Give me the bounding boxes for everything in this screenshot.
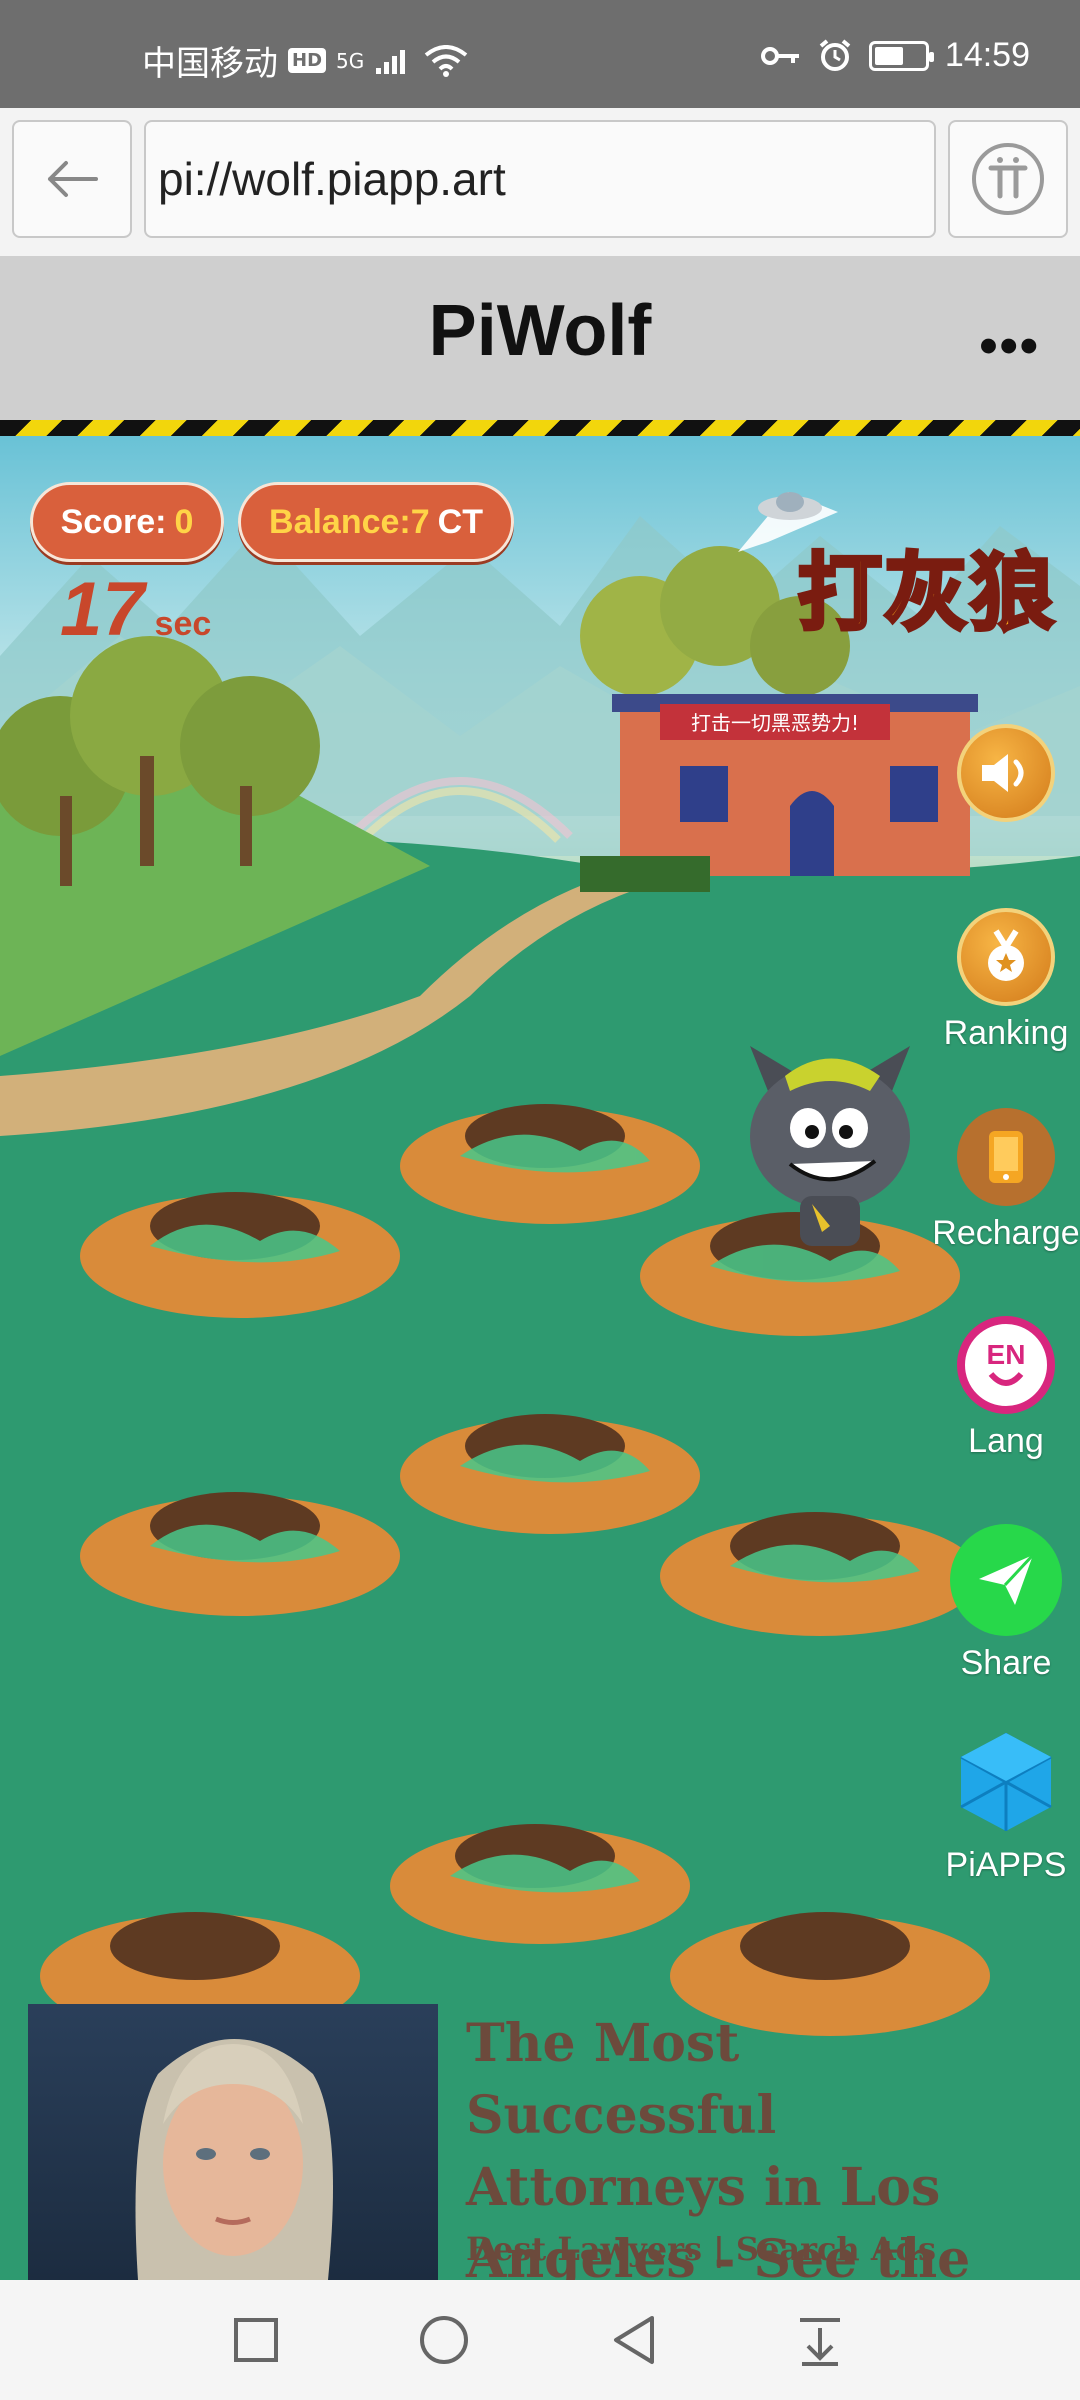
recharge-button[interactable]: Recharge: [906, 1108, 1080, 1253]
share-button[interactable]: Share: [906, 1524, 1080, 1683]
house-banner-text: 打击一切黑恶势力!: [691, 711, 859, 735]
carrier-name: 中国移动: [142, 44, 278, 84]
circle-icon: [420, 2316, 468, 2364]
arrow-down-bar-icon: [800, 2318, 840, 2366]
pi-logo-icon: [972, 143, 1044, 215]
url-text: pi://wolf.piapp.art: [158, 153, 506, 205]
phone-icon: [989, 1131, 1023, 1183]
countdown-timer: 17 sec: [60, 566, 211, 653]
more-menu-button[interactable]: •••: [979, 316, 1040, 376]
piapps-button[interactable]: PiAPPS: [906, 1726, 1080, 1885]
ad-banner[interactable]: The Most Successful Attorneys in Los Ang…: [0, 2004, 1080, 2280]
pi-browser-button[interactable]: [948, 120, 1068, 238]
portrait-image: [135, 2039, 333, 2280]
game-logo: 打灰狼: [728, 482, 1058, 644]
timer-value: 17: [60, 567, 145, 652]
svg-text:EN: EN: [987, 1339, 1026, 1370]
notification-pull-button[interactable]: [790, 2310, 850, 2370]
key-icon: [760, 46, 799, 65]
ad-image: [28, 2004, 438, 2280]
browser-bar: pi://wolf.piapp.art: [0, 108, 1080, 256]
game-logo-text: 打灰狼: [796, 542, 1057, 644]
balance-label: Balance:7: [269, 502, 430, 541]
recharge-label: Recharge: [932, 1214, 1080, 1252]
recents-button[interactable]: [226, 2310, 286, 2370]
balance-unit: CT: [437, 502, 483, 541]
score-display: Score: 0: [30, 482, 224, 562]
network-type: 5G: [336, 48, 365, 73]
home-button[interactable]: [414, 2310, 474, 2370]
sound-icon: [982, 754, 1024, 792]
system-navigation-bar: [0, 2280, 1080, 2400]
language-label: Lang: [968, 1422, 1044, 1460]
ranking-label: Ranking: [943, 1014, 1069, 1052]
back-nav-button[interactable]: [604, 2310, 664, 2370]
url-field[interactable]: pi://wolf.piapp.art: [144, 120, 936, 238]
ad-source: Best Lawyers | Search Ads: [466, 2230, 937, 2268]
clock: 14:59: [944, 36, 1030, 74]
hazard-stripe: [0, 420, 1080, 436]
paper-plane-icon: [979, 1553, 1035, 1605]
back-button[interactable]: [12, 120, 132, 238]
signal-icon: [376, 49, 406, 74]
timer-unit: sec: [154, 605, 212, 643]
language-icon: EN: [987, 1339, 1026, 1386]
hd-badge: HD: [288, 48, 327, 73]
status-bar: 中国移动 HD 5G 14:59: [0, 0, 1080, 108]
page-title: PiWolf: [428, 291, 652, 371]
arrow-left-icon: [48, 161, 98, 197]
score-value: 0: [174, 502, 194, 541]
alarm-icon: [819, 38, 851, 71]
medal-icon: [988, 929, 1024, 981]
ranking-button[interactable]: Ranking: [906, 908, 1080, 1053]
cubes-icon: [960, 1733, 1052, 1831]
balance-display: Balance:7 CT: [238, 482, 514, 562]
status-right: 14:59: [760, 36, 1030, 75]
piapps-label: PiAPPS: [945, 1846, 1067, 1884]
language-button[interactable]: EN Lang: [906, 1316, 1080, 1461]
battery-icon: [868, 40, 934, 71]
score-label: Score:: [60, 502, 167, 541]
share-label: Share: [960, 1644, 1052, 1682]
app-title-bar: PiWolf •••: [0, 256, 1080, 420]
square-icon: [234, 2318, 278, 2362]
sound-toggle-button[interactable]: [906, 724, 1080, 830]
status-left: 中国移动 HD 5G: [142, 36, 468, 85]
wifi-icon: [425, 44, 468, 77]
grey-wolf-character[interactable]: [730, 1036, 930, 1256]
triangle-back-icon: [614, 2316, 654, 2364]
game-area[interactable]: 打击一切黑恶势力! Score: 0 Balance:7 CT 17 sec 打…: [0, 436, 1080, 2280]
